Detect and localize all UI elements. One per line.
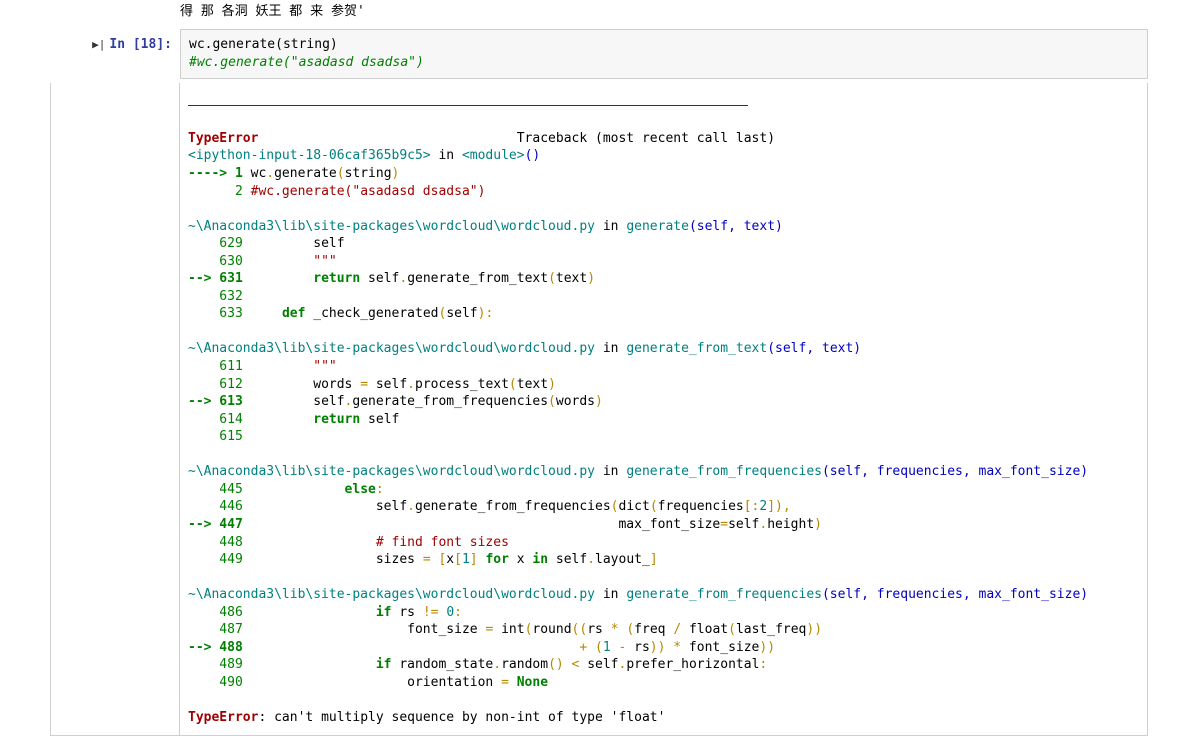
final-error-type: TypeError [188, 710, 258, 725]
line-number: 614 [188, 412, 243, 427]
line-number: 629 [188, 236, 243, 251]
final-error-message: can't multiply sequence by non-int of ty… [274, 710, 665, 725]
line-number: 486 [188, 605, 243, 620]
line-number: 612 [188, 377, 243, 392]
current-line-arrow: --> 488 [188, 640, 243, 655]
code-line: wc.generate(string) [189, 36, 1139, 54]
input-prompt: In [18]: [109, 37, 172, 52]
code-input-area[interactable]: wc.generate(string) #wc.generate("asadas… [180, 29, 1148, 79]
line-number: 489 [188, 657, 243, 672]
output-prompt-area [50, 83, 180, 735]
current-line-arrow: --> 447 [188, 517, 243, 532]
line-number: 615 [188, 429, 243, 444]
line-number: 611 [188, 359, 243, 374]
line-number: 448 [188, 535, 243, 550]
traceback-label: Traceback (most recent call last) [517, 131, 775, 146]
error-type: TypeError [188, 131, 258, 146]
frame-path: ~\Anaconda3\lib\site-packages\wordcloud\… [188, 341, 595, 356]
code-line: #wc.generate("asadasd dsadsa") [189, 54, 1139, 72]
line-number: 449 [188, 552, 243, 567]
line-number: 490 [188, 675, 243, 690]
frame-path: ~\Anaconda3\lib\site-packages\wordcloud\… [188, 464, 595, 479]
current-line-arrow: --> 631 [188, 271, 243, 286]
output-cell: TypeError Traceback (most recent call la… [50, 83, 1148, 735]
line-number: 487 [188, 622, 243, 637]
frame-path: ~\Anaconda3\lib\site-packages\wordcloud\… [188, 219, 595, 234]
frame-source: <ipython-input-18-06caf365b9c5> [188, 148, 431, 163]
previous-cell-output: 得 那 各洞 妖王 都 来 参贺' [50, 0, 1148, 19]
current-line-arrow: --> 613 [188, 394, 243, 409]
error-divider [188, 105, 748, 106]
prompt-area: ▶| In [18]: [50, 29, 180, 79]
traceback-output: TypeError Traceback (most recent call la… [180, 83, 1148, 735]
run-cell-icon[interactable]: ▶| [92, 37, 105, 51]
frame-path: ~\Anaconda3\lib\site-packages\wordcloud\… [188, 587, 595, 602]
line-number: 2 [188, 184, 251, 199]
line-number: 632 [188, 289, 243, 304]
notebook-container: 得 那 各洞 妖王 都 来 参贺' ▶| In [18]: wc.generat… [0, 0, 1188, 736]
line-number: 630 [188, 254, 243, 269]
current-line-arrow: ----> 1 [188, 166, 251, 181]
line-number: 445 [188, 482, 243, 497]
line-number: 633 [188, 306, 243, 321]
code-cell: ▶| In [18]: wc.generate(string) #wc.gene… [50, 29, 1148, 79]
line-number: 446 [188, 499, 243, 514]
